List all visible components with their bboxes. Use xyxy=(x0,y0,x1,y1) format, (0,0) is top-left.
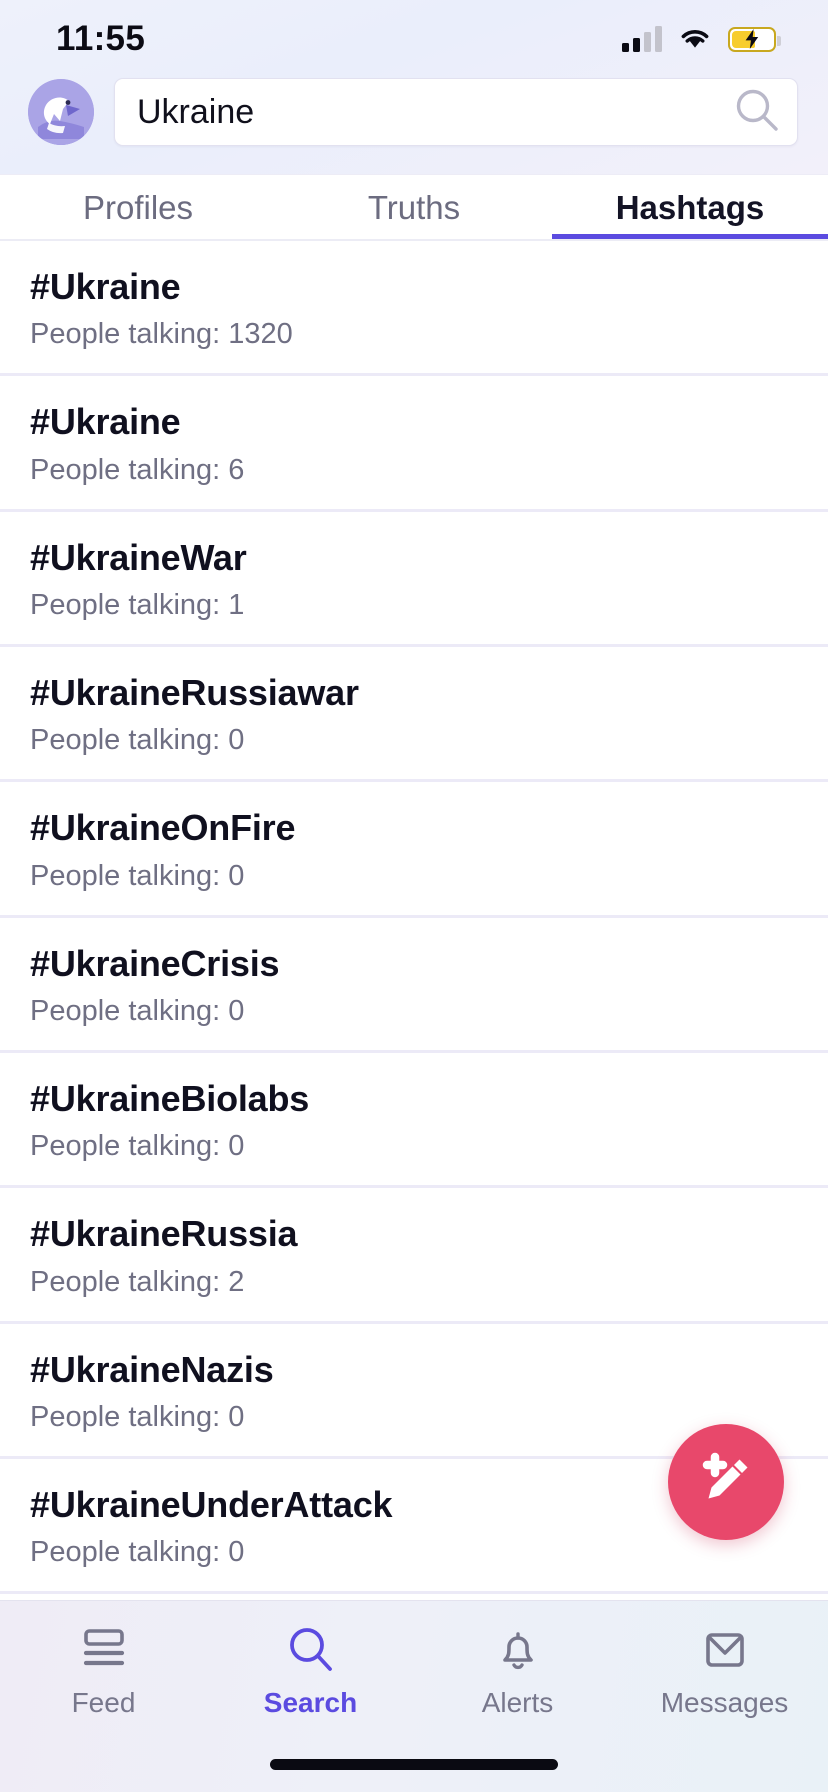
tab-truths-label: Truths xyxy=(367,189,461,226)
search-result-tabs: Profiles Truths Hashtags xyxy=(0,174,828,241)
hashtag-count: People talking: 0 xyxy=(30,1536,245,1569)
nav-item-alerts[interactable]: Alerts xyxy=(414,1623,621,1719)
list-item[interactable]: #UkraineWar People talking: 1 xyxy=(0,512,828,647)
hashtag-count: People talking: 0 xyxy=(30,724,245,757)
nav-item-alerts-label: Alerts xyxy=(481,1687,554,1718)
list-item[interactable]: #UkraineRussiawar People talking: 0 xyxy=(0,647,828,783)
wifi-icon xyxy=(678,24,712,55)
eagle-avatar-icon[interactable] xyxy=(28,79,94,145)
app-header: 11:55 xyxy=(0,0,828,174)
nav-item-feed-label: Feed xyxy=(71,1687,136,1718)
hashtag-results-list[interactable]: #Ukraine People talking: 1320 #Ukraine P… xyxy=(0,241,828,1600)
hashtag-name: #UkraineNazis xyxy=(30,1348,274,1390)
list-item[interactable]: #Ukraine People talking: 1320 xyxy=(0,241,828,377)
list-item[interactable]: #UkraineCrisis People talking: 0 xyxy=(0,918,828,1053)
battery-charging-icon xyxy=(728,26,781,52)
list-item[interactable]: #Ukraine People talking: 6 xyxy=(0,376,828,512)
hashtag-count: People talking: 1320 xyxy=(30,318,293,351)
nav-item-feed[interactable]: Feed xyxy=(0,1623,207,1719)
search-icon xyxy=(284,1623,338,1677)
status-bar: 11:55 xyxy=(0,0,828,78)
list-item[interactable]: #UkraineOnFire People talking: 0 xyxy=(0,782,828,918)
nav-item-messages[interactable]: Messages xyxy=(621,1623,828,1719)
compose-button[interactable] xyxy=(668,1424,784,1540)
bell-icon xyxy=(491,1623,545,1677)
nav-item-search-label: Search xyxy=(263,1687,358,1718)
tab-hashtags-label: Hashtags xyxy=(615,189,765,226)
hashtag-name: #UkraineRussiawar xyxy=(30,671,359,713)
hashtag-name: #Ukraine xyxy=(30,401,181,443)
app-screen: 11:55 Ukraine Profiles Truths Hashtags #… xyxy=(0,0,828,1792)
search-row xyxy=(0,78,828,174)
hashtag-name: #UkraineCrisis xyxy=(30,942,280,984)
hashtag-count: People talking: 0 xyxy=(30,1400,245,1433)
hashtag-count: People talking: 6 xyxy=(30,453,245,486)
nav-item-search[interactable]: Search xyxy=(207,1623,414,1719)
bottom-navigation-bar: Feed Search Alerts Messages xyxy=(0,1600,828,1792)
search-icon[interactable] xyxy=(731,84,783,141)
hashtag-name: #UkraineWar xyxy=(30,536,247,578)
hashtag-count: People talking: 1 xyxy=(30,588,245,621)
hashtag-count: People talking: 2 xyxy=(30,1265,245,1298)
envelope-icon xyxy=(698,1623,752,1677)
hashtag-count: People talking: 0 xyxy=(30,994,245,1027)
hashtag-name: #Ukraine xyxy=(30,266,181,307)
list-item[interactable]: #UkraineBiolabs People talking: 0 xyxy=(0,1053,828,1189)
tab-hashtags[interactable]: Hashtags xyxy=(552,175,828,241)
list-item[interactable]: #UkraineRussia People talking: 2 xyxy=(0,1188,828,1324)
tab-profiles-label: Profiles xyxy=(82,189,194,226)
compose-pencil-icon xyxy=(695,1449,757,1516)
nav-item-messages-label: Messages xyxy=(660,1687,789,1718)
search-input[interactable] xyxy=(137,92,731,132)
hashtag-name: #UkraineBiolabs xyxy=(30,1077,310,1119)
hashtag-name: #UkraineOnFire xyxy=(30,807,296,849)
status-bar-indicators xyxy=(622,24,781,55)
cellular-signal-icon xyxy=(622,26,662,52)
hashtag-count: People talking: 0 xyxy=(30,1130,245,1163)
hashtag-count: People talking: 0 xyxy=(30,859,245,892)
search-field-container[interactable] xyxy=(114,78,798,146)
status-bar-time: 11:55 xyxy=(56,19,146,58)
feed-list-icon xyxy=(77,1623,131,1677)
tab-truths[interactable]: Truths xyxy=(276,175,552,241)
tab-profiles[interactable]: Profiles xyxy=(0,175,276,241)
home-indicator xyxy=(270,1759,558,1770)
hashtag-name: #UkraineRussia xyxy=(30,1213,298,1255)
